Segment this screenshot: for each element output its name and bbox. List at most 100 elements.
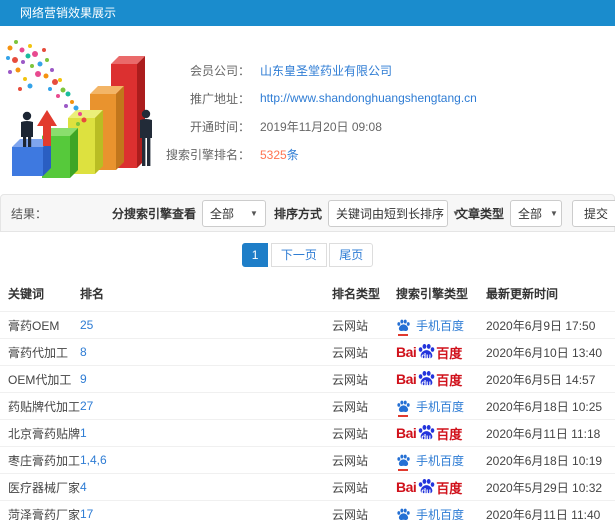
table-row: 膏药代加工 8 云网站 手机百度 Bai xyxy=(0,338,615,366)
last-page-button[interactable]: 尾页 xyxy=(329,243,374,267)
chevron-down-icon: ▼ xyxy=(550,208,558,218)
company-link[interactable]: 山东皇圣堂药业有限公司 xyxy=(260,62,392,79)
rank-type-cell: 云网站 xyxy=(332,392,396,420)
rank-value: 9 xyxy=(80,372,87,386)
rank-count-label: 搜索引擎排名： xyxy=(165,147,250,162)
mobile-baidu-label: 手机百度 xyxy=(416,399,465,414)
rank-value: 27 xyxy=(80,399,94,413)
baidu-bai-text: Bai xyxy=(396,425,417,441)
engine-mobile-baidu: 手机百度 xyxy=(396,506,486,520)
promo-url-link[interactable]: http://www.shandonghuangshengtang.cn xyxy=(260,91,477,105)
chevron-down-icon: ▼ xyxy=(250,208,258,218)
updated-cell: 2020年6月11日 11:18 xyxy=(486,419,615,447)
table-row: 医疗器械厂家 4 云网站 手机百度 Bai xyxy=(0,473,615,501)
info-row-open-time: 开通时间： 2019年11月20日 09:08 xyxy=(162,114,477,138)
rank-cell: 8 xyxy=(80,338,332,366)
table-row: OEM代加工 9 云网站 手机百度 Bai xyxy=(0,365,615,393)
article-type-label: 文章类型 xyxy=(455,206,504,221)
baidu-cn-text: 百度 xyxy=(436,426,463,442)
rank-value: 1,4,6 xyxy=(80,453,107,467)
keyword-cell: 北京膏药贴牌 xyxy=(0,419,80,447)
baidu-bai-text: Bai xyxy=(396,479,417,495)
rank-cell: 1,4,6 xyxy=(80,446,332,474)
engine-cell: 手机百度 Bai du 百度 xyxy=(396,473,486,501)
baidu-paw-icon: du xyxy=(417,423,436,442)
engine-view-label: 分搜索引擎查看 xyxy=(111,206,196,221)
filter-controls: 分搜索引擎查看 全部 ▼ 排序方式 关键词由短到长排序 ▼ 文章类型 全部 ▼ … xyxy=(104,199,615,227)
rank-count-value: 5325条 xyxy=(260,146,299,163)
keyword-cell: 药贴牌代加工 xyxy=(0,392,80,420)
info-row-rank-count: 搜索引擎排名： 5325条 xyxy=(162,142,477,166)
baidu-du-text: du xyxy=(421,432,432,442)
mobile-baidu-paw-icon xyxy=(396,453,411,471)
engine-cell: 手机百度 Bai du 百度 xyxy=(396,365,486,393)
sort-select[interactable]: 关键词由短到长排序 ▼ xyxy=(327,199,460,227)
rank-type-cell: 云网站 xyxy=(332,473,396,501)
rank-value: 8 xyxy=(80,345,87,359)
updated-cell: 2020年6月9日 17:50 xyxy=(486,311,615,339)
engine-baidu: Bai du 百度 xyxy=(396,423,486,444)
col-rank: 排名 xyxy=(80,287,105,301)
baidu-du-text: du xyxy=(421,486,432,496)
keyword-cell: 膏药OEM xyxy=(0,311,80,339)
rank-type-cell: 云网站 xyxy=(332,500,396,520)
engine-baidu: Bai du 百度 xyxy=(396,477,486,498)
updated-cell: 2020年6月11日 11:40 xyxy=(486,500,615,520)
rank-type-cell: 云网站 xyxy=(332,311,396,339)
engine-mobile-baidu: 手机百度 xyxy=(396,398,486,417)
rank-count-number: 5325 xyxy=(260,147,287,162)
rank-cell: 17 xyxy=(80,500,332,520)
keyword-cell: 医疗器械厂家 xyxy=(0,473,80,501)
engine-cell: 手机百度 Bai du 百度 xyxy=(396,392,486,420)
engine-view-selected: 全部 xyxy=(209,206,234,221)
article-type-select[interactable]: 全部 ▼ xyxy=(510,199,562,227)
baidu-paw-icon: du xyxy=(417,342,436,361)
article-type-selected: 全部 xyxy=(518,206,543,221)
col-engine-type: 搜索引擎类型 xyxy=(396,287,469,301)
table-row: 菏泽膏药厂家 17 云网站 手机百度 Bai xyxy=(0,500,615,520)
baidu-cn-text: 百度 xyxy=(436,345,463,361)
baidu-paw-icon: du xyxy=(417,477,436,496)
page-title: 网络营销效果展示 xyxy=(20,6,117,20)
col-keyword: 关键词 xyxy=(8,287,45,301)
page-1-button[interactable]: 1 xyxy=(241,243,269,267)
bar-chart-illustration xyxy=(6,40,152,178)
engine-cell: 手机百度 Bai du 百度 xyxy=(396,311,486,339)
col-updated: 最新更新时间 xyxy=(486,287,559,301)
engine-cell: 手机百度 Bai du 百度 xyxy=(396,419,486,447)
mobile-baidu-label: 手机百度 xyxy=(416,453,465,468)
red-underline xyxy=(398,468,408,471)
rank-cell: 4 xyxy=(80,473,332,501)
rank-count-suffix: 条 xyxy=(286,147,299,162)
baidu-du-text: du xyxy=(421,351,432,361)
rank-cell: 1 xyxy=(80,419,332,447)
updated-cell: 2020年6月10日 13:40 xyxy=(486,338,615,366)
engine-mobile-baidu: 手机百度 xyxy=(396,452,486,471)
open-time-label: 开通时间： xyxy=(189,119,250,134)
rank-type-cell: 云网站 xyxy=(332,365,396,393)
rank-cell: 27 xyxy=(80,392,332,420)
rank-value: 1 xyxy=(80,426,87,440)
engine-view-select[interactable]: 全部 ▼ xyxy=(201,199,266,227)
rank-value: 4 xyxy=(80,480,87,494)
info-section: 会员公司： 山东皇圣堂药业有限公司 推广地址： http://www.shand… xyxy=(0,26,615,194)
baidu-cn-text: 百度 xyxy=(436,480,463,496)
table-header-row: 关键词 排名 排名类型 搜索引擎类型 最新更新时间 xyxy=(0,279,615,312)
submit-button[interactable]: 提交 xyxy=(572,199,615,227)
keyword-cell: 枣庄膏药加工 xyxy=(0,446,80,474)
result-label: 结果： xyxy=(11,206,48,221)
sort-label: 排序方式 xyxy=(273,206,322,221)
mobile-baidu-paw-icon xyxy=(396,399,411,417)
url-label: 推广地址： xyxy=(189,91,250,106)
engine-cell: 手机百度 Bai du 百度 xyxy=(396,338,486,366)
keyword-table-body: 膏药OEM 25 云网站 手机百度 Bai xyxy=(0,311,615,520)
table-row: 药贴牌代加工 27 云网站 手机百度 Bai xyxy=(0,392,615,420)
rank-cell: 9 xyxy=(80,365,332,393)
baidu-bai-text: Bai xyxy=(396,371,417,387)
filter-bar: 结果： 分搜索引擎查看 全部 ▼ 排序方式 关键词由短到长排序 ▼ 文章类型 全… xyxy=(0,194,615,232)
info-row-url: 推广地址： http://www.shandonghuangshengtang.… xyxy=(162,86,477,110)
keyword-cell: OEM代加工 xyxy=(0,365,80,393)
mobile-baidu-paw-icon xyxy=(396,318,411,336)
rank-cell: 25 xyxy=(80,311,332,339)
next-page-button[interactable]: 下一页 xyxy=(270,243,327,267)
